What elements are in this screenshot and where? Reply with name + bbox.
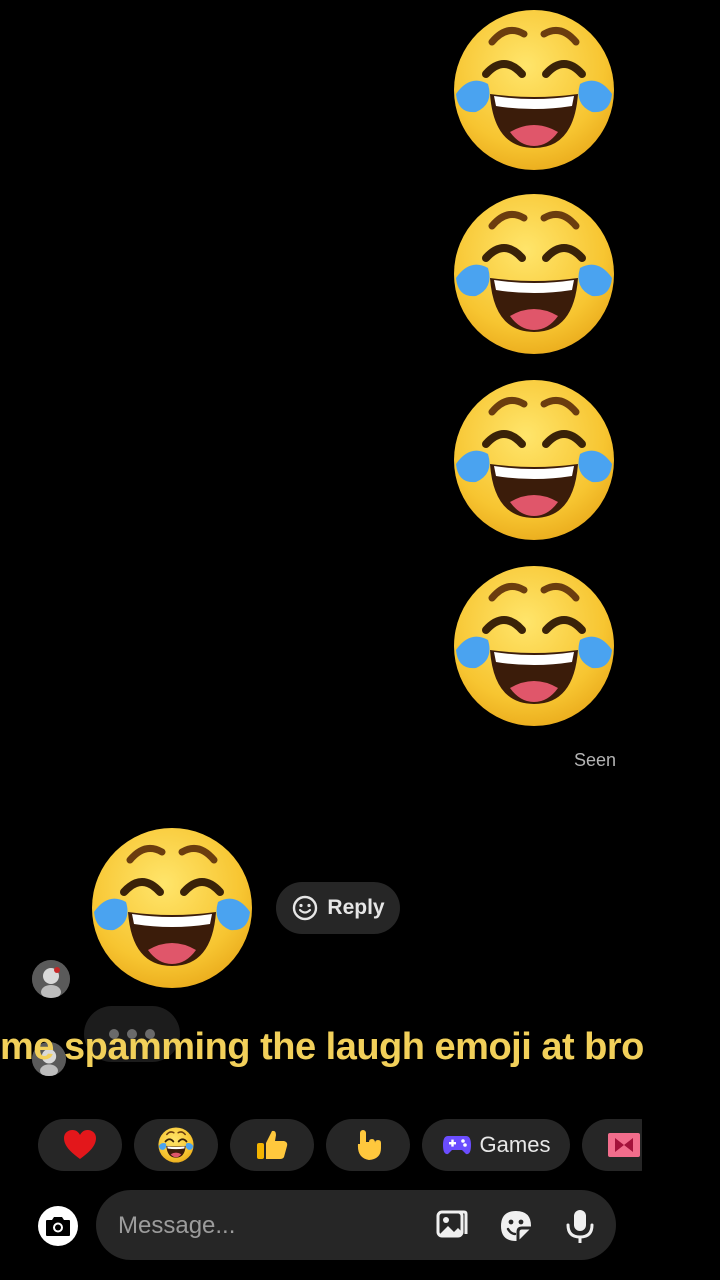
camera-button[interactable] — [38, 1206, 78, 1246]
quick-reactions-bar: Games — [38, 1119, 642, 1171]
thumbs-up-reaction-button[interactable] — [230, 1119, 314, 1171]
laughing-emoji-icon — [452, 8, 616, 172]
heart-icon — [64, 1130, 96, 1159]
reply-button[interactable]: Reply — [276, 882, 400, 934]
sent-emoji-1[interactable] — [452, 8, 616, 172]
received-emoji[interactable] — [90, 826, 254, 990]
smiley-icon — [293, 895, 318, 921]
laughing-emoji-icon — [452, 564, 616, 728]
message-composer — [96, 1190, 616, 1260]
pointing-hand-icon — [357, 1130, 381, 1160]
laughing-icon — [158, 1127, 194, 1163]
gamepad-icon — [442, 1136, 471, 1155]
thumbs-up-icon — [257, 1130, 288, 1159]
avatar-image — [32, 960, 70, 998]
sent-emoji-4[interactable] — [452, 564, 616, 728]
sent-emoji-3[interactable] — [452, 378, 616, 542]
reply-label: Reply — [327, 896, 385, 919]
laughing-emoji-icon — [452, 192, 616, 356]
video-caption: me spamming the laugh emoji at bro — [0, 1026, 644, 1068]
point-reaction-button[interactable] — [326, 1119, 410, 1171]
laughing-emoji-icon — [452, 378, 616, 542]
laugh-reaction-button[interactable] — [134, 1119, 218, 1171]
message-input[interactable] — [116, 1207, 420, 1245]
gift-button[interactable] — [582, 1119, 642, 1171]
sent-emoji-2[interactable] — [452, 192, 616, 356]
gallery-icon[interactable] — [434, 1208, 470, 1244]
seen-status: Seen — [574, 750, 617, 770]
avatar[interactable] — [32, 960, 70, 998]
games-label: Games — [479, 1132, 551, 1157]
games-button[interactable]: Games — [422, 1119, 570, 1171]
laughing-emoji-icon — [90, 826, 254, 990]
sticker-icon[interactable] — [498, 1208, 534, 1244]
camera-icon — [46, 1217, 70, 1236]
heart-reaction-button[interactable] — [38, 1119, 122, 1171]
microphone-icon[interactable] — [562, 1208, 598, 1244]
gift-icon — [608, 1133, 640, 1157]
